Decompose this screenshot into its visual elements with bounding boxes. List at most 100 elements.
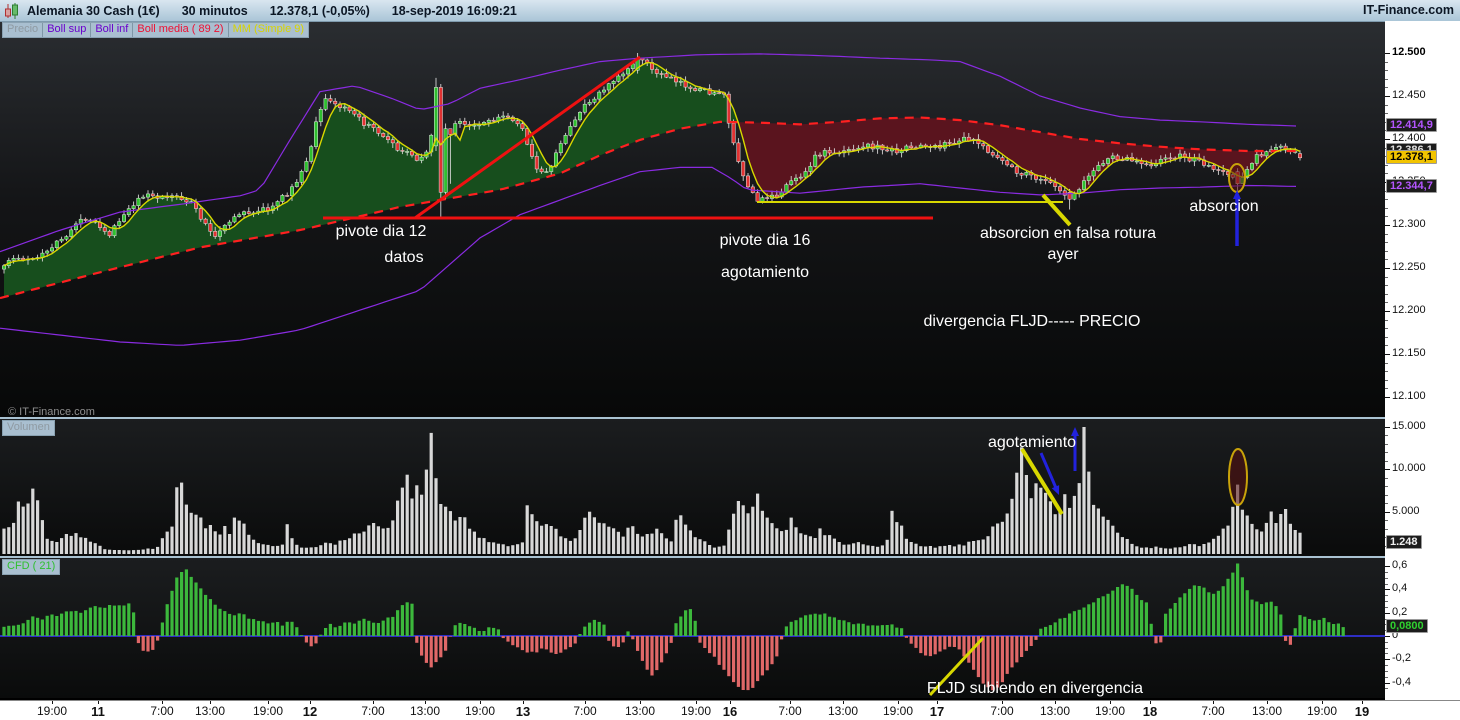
axis-label: 12.300 [1392,218,1426,230]
axis-tick [1385,589,1390,591]
axis-tick [1385,636,1390,637]
svg-text:FLJD subiendo en divergencia: FLJD subiendo en divergencia [927,680,1143,697]
axis-tick [1385,345,1388,347]
time-axis[interactable]: 19:00 11 7:00 13:00 19:00 12 7:00 13:00 19:00 13 7… [0,700,1460,720]
candlestick-icon [5,2,18,19]
cfd-pane[interactable]: FLJD subiendo en divergencia [0,558,1385,698]
axis-tick [1385,354,1390,355]
datetime-label: 18-sep-2019 16:09:21 [391,3,517,18]
indicator-chip-boll-inf[interactable]: Boll inf [91,23,134,37]
axis-tick [1385,78,1388,80]
axis-label: 15.000 [1392,420,1426,432]
axis-tick [1385,311,1390,312]
svg-text:datos: datos [384,249,423,266]
volume-indicator-chip[interactable]: Volumen [3,421,54,435]
axis-tick [1385,477,1388,479]
time-axis-tick [843,701,844,704]
time-axis-label: 7:00 [990,704,1014,718]
time-axis-label: 19:00 [464,704,496,718]
time-axis-tick [310,701,311,704]
price-axis[interactable]: 12.50012.45012.40012.35012.30012.25012.2… [1385,21,1460,700]
axis-label: -0,2 [1392,652,1411,665]
axis-tick [1385,285,1388,287]
bull-cloud [4,62,739,298]
time-axis-label: 7:00 [778,704,802,718]
indicator-chip-mm-simple-9-[interactable]: MM (Simple 9) [229,23,309,37]
axis-tick [1385,328,1388,330]
axis-tick [1385,688,1388,690]
axis-label: 0,2 [1392,605,1408,618]
axis-value-badge: 12.344,7 [1386,178,1437,193]
axis-tick [1385,379,1388,381]
time-axis-label: 13:00 [409,704,441,718]
axis-tick [1385,216,1388,218]
time-axis-tick [1213,701,1214,704]
price-chart-canvas[interactable]: pivote dia 12 datos pivote dia 16 agotamien… [0,22,1385,417]
axis-tick [1385,435,1388,437]
time-axis-label: 7:00 [1201,704,1225,718]
timeframe-label: 30 minutos [181,3,248,18]
cfd-indicator-chip[interactable]: CFD ( 21) [3,560,59,574]
time-axis-tick [98,701,99,704]
svg-text:absorcion en falsa rotura: absorcion en falsa rotura [980,225,1156,242]
axis-tick [1385,53,1390,54]
axis-label: 12.150 [1392,347,1426,359]
volume-pane[interactable]: agotamiento [0,419,1385,556]
time-axis-tick [52,701,53,704]
price-pane[interactable]: pivote dia 12 datos pivote dia 16 agotamien… [0,22,1385,417]
time-axis-tick [937,701,938,704]
time-axis-day-label: 13 [515,704,531,719]
title-bar: Alemania 30 Cash (1€) 30 minutos 12.378,… [0,0,1460,22]
axis-tick [1385,113,1388,115]
time-axis-label: 19:00 [252,704,284,718]
indicator-chip-boll-media-89-2-[interactable]: Boll media ( 89 2) [133,23,229,37]
axis-tick [1385,659,1390,661]
axis-tick [1385,511,1390,513]
indicator-chip-boll-sup[interactable]: Boll sup [43,23,92,37]
time-axis-label: 7:00 [573,704,597,718]
axis-tick [1385,486,1388,488]
indicator-chip-precio[interactable]: Precio [3,23,44,37]
time-axis-label: 19:00 [882,704,914,718]
axis-label: 10.000 [1392,462,1426,475]
axis-tick [1385,443,1388,445]
axis-label: 12.250 [1392,261,1426,273]
time-axis-tick [1055,701,1056,704]
axis-tick [1385,233,1388,235]
time-axis-tick [1150,701,1151,704]
svg-text:agotamiento: agotamiento [721,264,809,281]
time-axis-label: 7:00 [150,704,174,718]
time-axis-label: 19:00 [36,704,68,718]
axis-tick [1385,670,1388,672]
axis-tick [1385,276,1388,278]
svg-text:absorcion: absorcion [1189,198,1258,215]
axis-tick [1385,528,1388,530]
axis-tick [1385,452,1388,454]
time-axis-tick [790,701,791,704]
axis-label: 5.000 [1392,504,1420,517]
axis-tick [1385,583,1388,585]
volume-chart-canvas[interactable]: agotamiento [0,419,1385,556]
axis-tick [1385,503,1388,505]
last-price-label: 12.378,1 (-0,05%) [269,3,370,18]
brand-link[interactable]: IT-Finance.com [1363,0,1454,21]
time-axis-label: 19:00 [1306,704,1338,718]
chart-window: Alemania 30 Cash (1€) 30 minutos 12.378,… [0,0,1460,720]
time-axis-tick [1322,701,1323,704]
axis-tick [1385,199,1388,201]
axis-tick [1385,70,1388,72]
time-axis-label: 13:00 [1251,704,1283,718]
axis-label: 12.100 [1392,390,1426,402]
time-axis-tick [898,701,899,704]
axis-tick [1385,164,1388,166]
cfd-chart-canvas[interactable]: FLJD subiendo en divergencia [0,558,1385,698]
time-axis-label: 13:00 [624,704,656,718]
axis-tick [1385,606,1388,608]
axis-tick [1385,61,1388,63]
axis-tick [1385,388,1388,390]
axis-label: 12.450 [1392,89,1426,101]
axis-value-badge: 12.414,9 [1386,118,1437,133]
axis-tick [1385,676,1388,678]
volume-indicator-chip-row: Volumen [2,420,55,436]
time-axis-tick [585,701,586,704]
